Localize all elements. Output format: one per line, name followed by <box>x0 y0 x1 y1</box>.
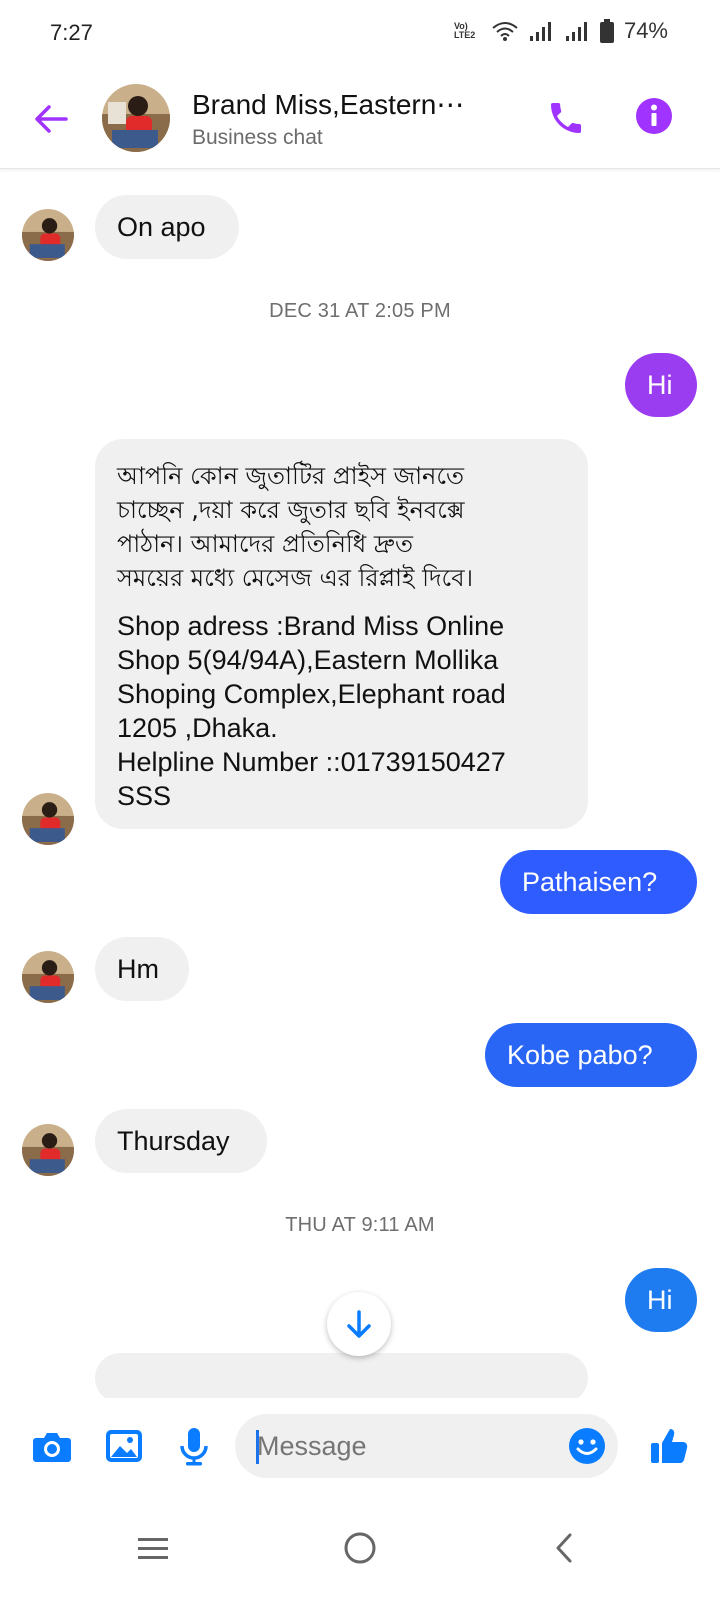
message-line: Helpline Number ::01739150427 <box>117 747 506 777</box>
camera-icon[interactable] <box>30 1424 74 1468</box>
message-line: Shoping Complex,Elephant road <box>117 679 506 709</box>
message-line: SSS <box>117 781 172 811</box>
message-text: Pathaisen? <box>522 867 658 897</box>
chat-subtitle: Business chat <box>192 126 323 149</box>
message-text: Kobe pabo? <box>507 1040 653 1070</box>
scroll-to-bottom-button[interactable] <box>327 1292 391 1356</box>
message-composer <box>0 1398 720 1493</box>
message-text: On apo <box>117 212 206 242</box>
message-text: Hi <box>647 1285 673 1315</box>
message-line: পাঠান। আমাদের প্রতিনিধি দ্রুত <box>117 530 413 558</box>
message-bubble-outgoing[interactable]: Hi <box>625 1268 697 1332</box>
message-bubble-incoming[interactable]: Thursday <box>95 1109 267 1173</box>
message-list[interactable]: On apo DEC 31 AT 2:05 PM Hi আপনি কোন জুত… <box>0 169 720 1403</box>
avatar[interactable] <box>22 951 74 1003</box>
volte-indicator: Vo) LTE2 <box>453 21 476 40</box>
back-nav-icon[interactable] <box>540 1523 590 1573</box>
status-time: 7:27 <box>50 20 93 45</box>
status-bar: 7:27 Vo) LTE2 74% <box>0 0 720 68</box>
message-bubble-outgoing[interactable]: Kobe pabo? <box>485 1023 697 1087</box>
phone-icon[interactable] <box>546 98 586 138</box>
message-bubble-incoming[interactable] <box>95 1353 588 1403</box>
message-line: Shop 5(94/94A),Eastern Mollika <box>117 645 499 675</box>
system-navigation-bar <box>0 1493 720 1599</box>
signal-icon <box>528 20 554 42</box>
text-caret <box>256 1430 259 1464</box>
home-icon[interactable] <box>335 1523 385 1573</box>
message-bubble-incoming[interactable]: On apo <box>95 195 239 259</box>
avatar[interactable] <box>102 84 170 152</box>
message-bubble-incoming[interactable]: আপনি কোন জুতাটির প্রাইস জানতে চাচ্ছেন ,দ… <box>95 439 588 829</box>
battery-icon <box>599 19 614 43</box>
message-line: চাচ্ছেন ,দয়া করে জুতার ছবি ইনবক্সে <box>117 496 465 524</box>
wifi-icon <box>492 20 518 42</box>
signal-icon <box>564 20 590 42</box>
emoji-icon[interactable] <box>565 1424 609 1468</box>
message-line: Shop adress :Brand Miss Online <box>117 611 505 641</box>
message-bubble-outgoing[interactable]: Hi <box>625 353 697 417</box>
avatar[interactable] <box>22 209 74 261</box>
message-input[interactable] <box>235 1414 618 1478</box>
message-bubble-incoming[interactable]: Hm <box>95 937 189 1001</box>
info-icon[interactable] <box>634 96 674 136</box>
message-bubble-outgoing[interactable]: Pathaisen? <box>500 850 697 914</box>
message-line: আপনি কোন জুতাটির প্রাইস জানতে <box>117 462 465 490</box>
battery-level: 74% <box>623 18 668 43</box>
message-line: 1205 ,Dhaka. <box>117 713 278 743</box>
chat-header: Brand Miss,Eastern⋯ Business chat <box>0 68 720 169</box>
message-text: Hm <box>117 954 159 984</box>
message-line: সময়ের মধ্যে মেসেজ এর রিপ্লাই দিবে। <box>117 564 474 592</box>
timestamp-divider: THU AT 9:11 AM <box>285 1214 435 1236</box>
timestamp-divider: DEC 31 AT 2:05 PM <box>269 300 451 322</box>
image-icon[interactable] <box>102 1424 146 1468</box>
back-arrow-icon[interactable] <box>30 98 72 140</box>
status-icons: Vo) LTE2 74% <box>454 18 668 44</box>
avatar[interactable] <box>22 1124 74 1176</box>
chat-title[interactable]: Brand Miss,Eastern⋯ <box>192 88 464 121</box>
message-text: Thursday <box>117 1126 230 1156</box>
recent-apps-icon[interactable] <box>128 1523 178 1573</box>
message-text: Hi <box>647 370 673 400</box>
thumbs-up-icon[interactable] <box>648 1424 692 1468</box>
avatar[interactable] <box>22 793 74 845</box>
microphone-icon[interactable] <box>172 1424 216 1468</box>
arrow-down-icon <box>347 1310 371 1338</box>
